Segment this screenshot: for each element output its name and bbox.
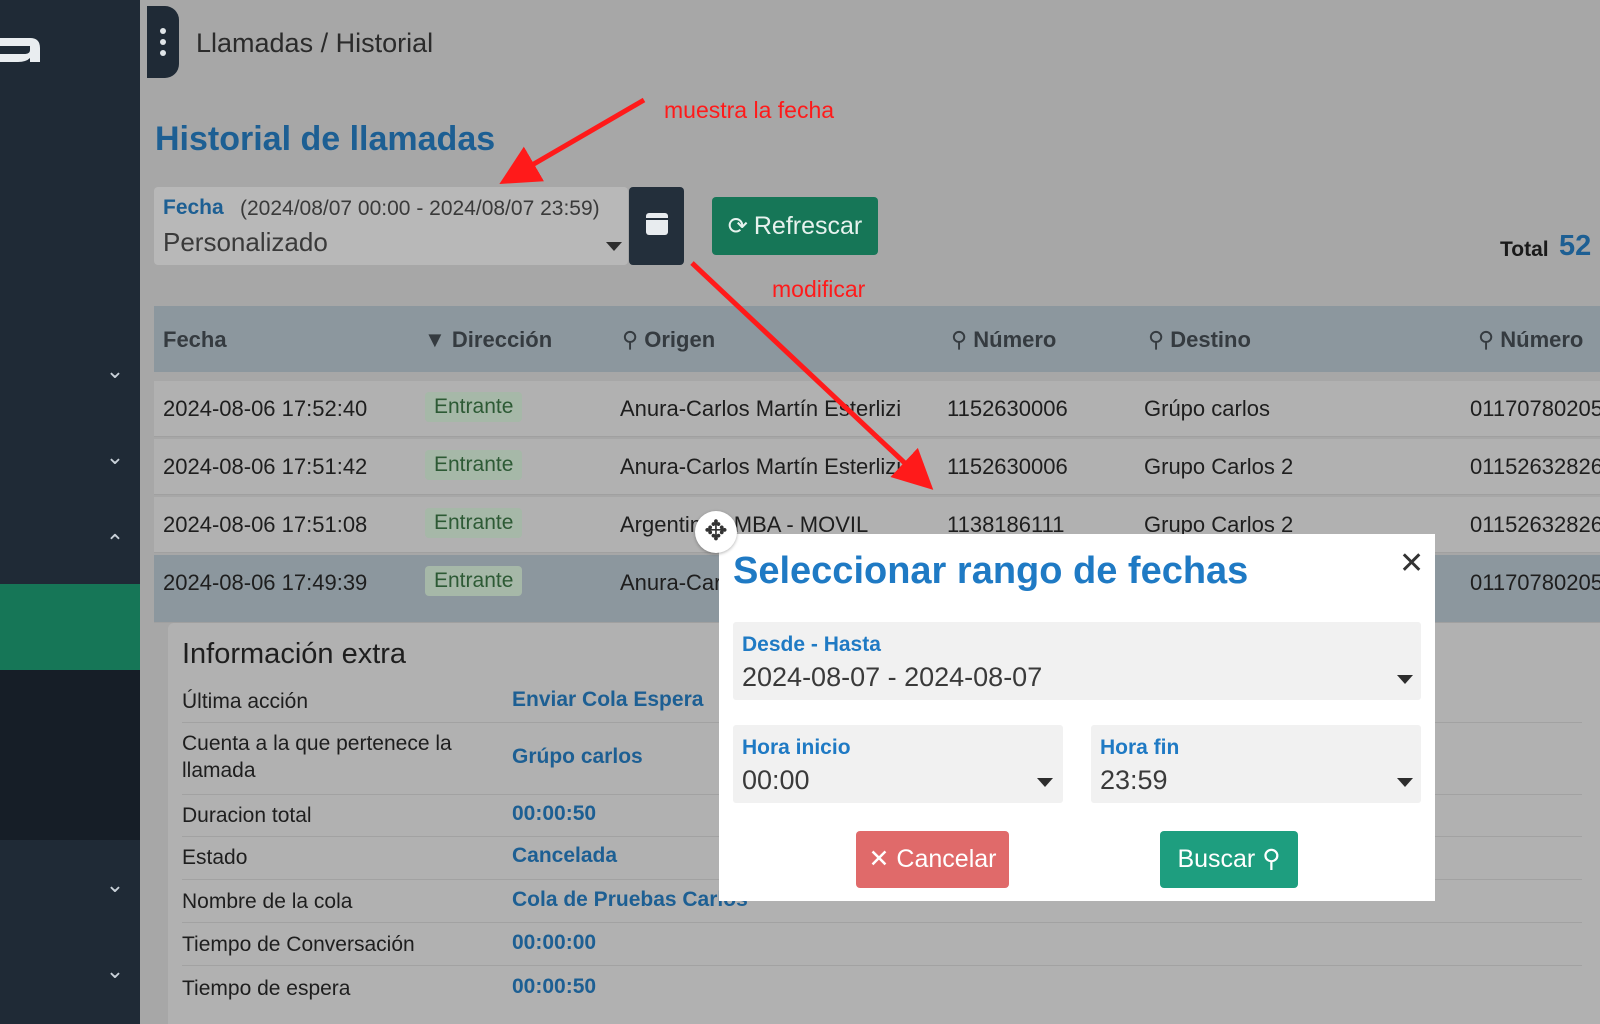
search-icon[interactable]: ⚲ (951, 327, 967, 352)
modal-title: Seleccionar rango de fechas (733, 550, 1249, 592)
date-range-modal: Seleccionar rango de fechas ✕ Desde - Ha… (719, 534, 1435, 901)
caret-down-icon (606, 242, 622, 251)
date-filter-range: (2024/08/07 00:00 - 2024/08/07 23:59) (240, 197, 600, 220)
cell-origen: Anura-Carlos Martín Esterlizi (620, 396, 902, 421)
cell-fecha: 2024-08-06 17:51:08 (163, 512, 368, 537)
arrow-to-date-filter (499, 97, 646, 185)
sidebar: ⌄ ⌄ ⌃ ⌄ ⌄ (0, 0, 140, 1024)
start-time-value: 00:00 (742, 765, 810, 795)
chevron-up-icon[interactable]: ⌃ (100, 528, 130, 558)
close-icon[interactable]: ✕ (1399, 546, 1424, 581)
cell-numero: 1152630006 (947, 396, 1068, 421)
column-header-destino[interactable]: ⚲ Destino (1148, 327, 1251, 353)
table-row[interactable]: 2024-08-06 17:52:40 Entrante Anura-Carlo… (154, 381, 1600, 437)
chevron-down-icon[interactable]: ⌄ (100, 870, 130, 900)
close-icon: ✕ (868, 845, 890, 873)
page-title: Historial de llamadas (155, 120, 496, 158)
direction-badge: Entrante (425, 508, 523, 538)
info-row: Tiempo de Conversación 00:00:00 (182, 923, 1582, 966)
cell-numero-destino: 01152632826 (1470, 454, 1600, 479)
refresh-button[interactable]: ⟳ Refrescar (712, 197, 878, 255)
date-filter-value: Personalizado (163, 227, 328, 257)
cell-fecha: 2024-08-06 17:51:42 (163, 454, 368, 479)
end-time-value: 23:59 (1100, 765, 1168, 795)
cell-numero: 1152630006 (947, 454, 1068, 479)
date-filter-select[interactable]: Fecha (2024/08/07 00:00 - 2024/08/07 23:… (154, 187, 628, 265)
direction-badge: Entrante (425, 566, 523, 596)
column-header-numero[interactable]: ⚲ Número (951, 327, 1056, 353)
info-row: Tiempo de espera 00:00:50 (182, 975, 597, 1000)
cell-numero-destino: 01170780205 (1470, 570, 1600, 595)
direction-badge: Entrante (425, 450, 523, 480)
chevron-down-icon[interactable]: ⌄ (100, 956, 130, 986)
column-header-origen[interactable]: ⚲ Origen (622, 327, 715, 353)
date-range-select[interactable]: Desde - Hasta 2024-08-07 - 2024-08-07 (733, 622, 1421, 700)
search-icon: ⚲ (1262, 845, 1281, 873)
cell-destino: Grupo Carlos 2 (1144, 454, 1294, 479)
sidebar-submenu (0, 670, 140, 840)
cell-destino: Grúpo carlos (1144, 396, 1270, 421)
end-time-label: Hora fin (1100, 736, 1180, 759)
cell-numero-destino: 01170780205 (1470, 396, 1600, 421)
search-icon[interactable]: ⚲ (622, 327, 638, 352)
extra-info-title: Información extra (182, 638, 407, 670)
annotation-modify: modificar (772, 276, 866, 302)
cell-fecha: 2024-08-06 17:49:39 (163, 570, 368, 595)
start-time-label: Hora inicio (742, 736, 851, 759)
cell-fecha: 2024-08-06 17:52:40 (163, 396, 368, 421)
annotation-show-date: muestra la fecha (664, 97, 835, 123)
search-icon[interactable]: ⚲ (1148, 327, 1164, 352)
table-row[interactable]: 2024-08-06 17:51:42 Entrante Anura-Carlo… (154, 439, 1600, 495)
column-header-numero-destino[interactable]: ⚲ Número (1478, 327, 1583, 353)
caret-down-icon (1397, 675, 1413, 684)
logo-icon (0, 38, 40, 62)
caret-down-icon (1037, 778, 1053, 787)
kebab-menu-button[interactable] (147, 6, 179, 78)
cancel-button[interactable]: ✕ Cancelar (856, 831, 1009, 888)
table-header: Fecha ▼ Dirección ⚲ Origen ⚲ Número ⚲ De… (154, 306, 1600, 372)
cell-origen: Anura-Carlos Martín Esterlizi (620, 454, 902, 479)
search-icon[interactable]: ⚲ (1478, 327, 1494, 352)
date-range-value: 2024-08-07 - 2024-08-07 (742, 662, 1043, 692)
breadcrumb: Llamadas / Historial (196, 28, 434, 58)
sidebar-item-active[interactable] (0, 584, 140, 670)
filter-icon[interactable]: ▼ (424, 327, 446, 352)
caret-down-icon (1397, 778, 1413, 787)
refresh-label: Refrescar (753, 212, 863, 240)
calendar-icon (646, 213, 668, 235)
column-header-fecha[interactable]: Fecha (163, 327, 227, 353)
start-time-select[interactable]: Hora inicio 00:00 (733, 725, 1063, 803)
date-filter-label: Fecha (163, 196, 224, 219)
search-button[interactable]: Buscar ⚲ (1160, 831, 1298, 888)
chevron-down-icon[interactable]: ⌄ (100, 356, 130, 386)
date-range-label: Desde - Hasta (742, 633, 881, 656)
refresh-icon: ⟳ (727, 213, 748, 240)
total-label: Total (1500, 238, 1549, 261)
total-value: 52 (1559, 230, 1592, 262)
direction-badge: Entrante (425, 392, 523, 422)
end-time-select[interactable]: Hora fin 23:59 (1091, 725, 1421, 803)
cell-numero-destino: 01152632826 (1470, 512, 1600, 537)
move-icon[interactable]: ✥ (695, 511, 737, 553)
column-header-direccion[interactable]: ▼ Dirección (424, 327, 552, 353)
chevron-down-icon[interactable]: ⌄ (100, 442, 130, 472)
calendar-button[interactable] (629, 187, 684, 265)
